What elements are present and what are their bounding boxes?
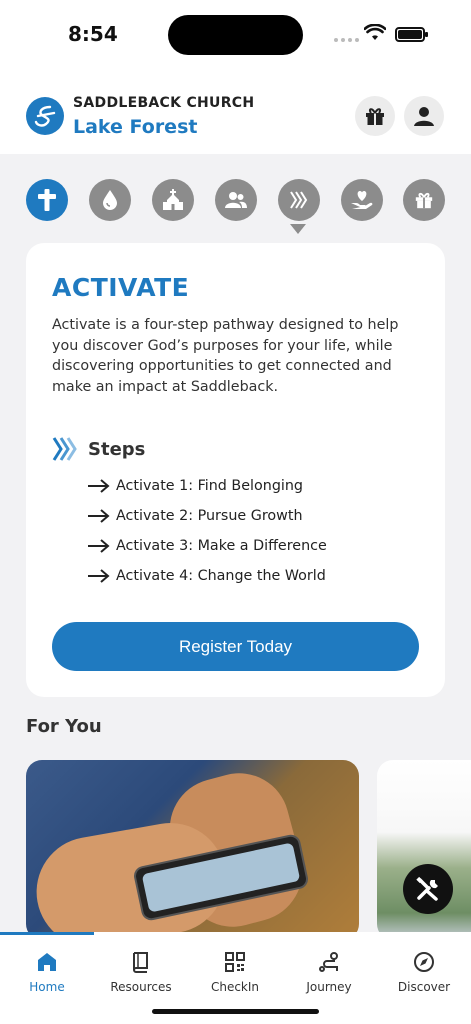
- dynamic-island: [168, 15, 303, 55]
- journey-step-membership[interactable]: [152, 179, 194, 221]
- tab-home[interactable]: Home: [0, 950, 94, 994]
- for-you-title: For You: [26, 716, 102, 737]
- activate-chevrons-icon: [52, 437, 77, 461]
- activate-chevrons-icon: [290, 191, 308, 209]
- step-label: Activate 1: Find Belonging: [116, 478, 303, 494]
- status-time: 8:54: [68, 22, 118, 46]
- book-icon: [133, 952, 148, 973]
- status-bar: 8:54: [0, 0, 471, 70]
- profile-button[interactable]: [404, 96, 444, 136]
- register-today-button[interactable]: Register Today: [52, 622, 419, 671]
- steps-heading: Steps: [52, 436, 145, 462]
- route-icon: [319, 952, 338, 972]
- journey-step-baptism[interactable]: [89, 179, 131, 221]
- journey-step-serve[interactable]: [341, 179, 383, 221]
- campus-name[interactable]: Lake Forest: [73, 116, 197, 138]
- arrow-right-icon: [88, 509, 110, 523]
- church-building-icon: [163, 189, 183, 210]
- group-icon: [225, 192, 247, 208]
- compass-icon: [414, 952, 434, 972]
- tab-label: Journey: [306, 980, 352, 994]
- church-logo[interactable]: [26, 97, 64, 135]
- tab-journey[interactable]: Journey: [282, 950, 376, 994]
- list-item[interactable]: Activate 4: Change the World: [88, 561, 327, 591]
- journey-step-group[interactable]: [215, 179, 257, 221]
- home-icon: [38, 953, 56, 971]
- tab-label: Discover: [397, 980, 451, 994]
- step-list: Activate 1: Find Belonging Activate 2: P…: [88, 471, 327, 591]
- for-you-card-image[interactable]: [26, 760, 359, 940]
- list-item[interactable]: Activate 1: Find Belonging: [88, 471, 327, 501]
- arrow-right-icon: [88, 479, 110, 493]
- arrow-right-icon: [88, 539, 110, 553]
- gift-button[interactable]: [355, 96, 395, 136]
- journey-step-cross[interactable]: [26, 179, 68, 221]
- journey-steps: [26, 179, 445, 221]
- wifi-icon: [364, 24, 386, 40]
- heart-hand-icon: [351, 191, 373, 209]
- gift-icon: [366, 108, 384, 125]
- activate-card: ACTIVATE Activate is a four-step pathway…: [26, 243, 445, 697]
- church-name: SADDLEBACK CHURCH: [73, 95, 255, 111]
- water-drop-icon: [103, 190, 117, 210]
- cellular-signal-icon: [334, 38, 359, 42]
- journey-step-give[interactable]: [403, 179, 445, 221]
- tools-icon: [416, 876, 438, 901]
- selected-step-pointer: [290, 224, 306, 234]
- tab-label: CheckIn: [210, 980, 260, 994]
- journey-step-activate[interactable]: [278, 179, 320, 221]
- battery-icon: [395, 27, 428, 42]
- card-description: Activate is a four-step pathway designed…: [52, 317, 399, 395]
- tools-button[interactable]: [403, 864, 453, 914]
- list-item[interactable]: Activate 2: Pursue Growth: [88, 501, 327, 531]
- step-label: Activate 4: Change the World: [116, 568, 326, 584]
- gift-icon: [415, 192, 433, 209]
- app-header: SADDLEBACK CHURCH Lake Forest: [0, 70, 471, 154]
- cross-icon: [38, 189, 56, 211]
- qr-code-icon: [225, 952, 245, 972]
- profile-icon: [414, 107, 434, 126]
- step-label: Activate 2: Pursue Growth: [116, 508, 303, 524]
- tab-resources[interactable]: Resources: [94, 950, 188, 994]
- tab-label: Home: [29, 980, 65, 994]
- list-item[interactable]: Activate 3: Make a Difference: [88, 531, 327, 561]
- steps-title: Steps: [88, 438, 146, 460]
- home-indicator: [152, 1009, 319, 1014]
- tab-checkin[interactable]: CheckIn: [188, 950, 282, 994]
- tab-discover[interactable]: Discover: [377, 950, 471, 994]
- arrow-right-icon: [88, 569, 110, 583]
- step-label: Activate 3: Make a Difference: [116, 538, 327, 554]
- active-tab-indicator: [0, 932, 94, 935]
- card-title: ACTIVATE: [52, 273, 190, 302]
- tab-label: Resources: [110, 980, 172, 994]
